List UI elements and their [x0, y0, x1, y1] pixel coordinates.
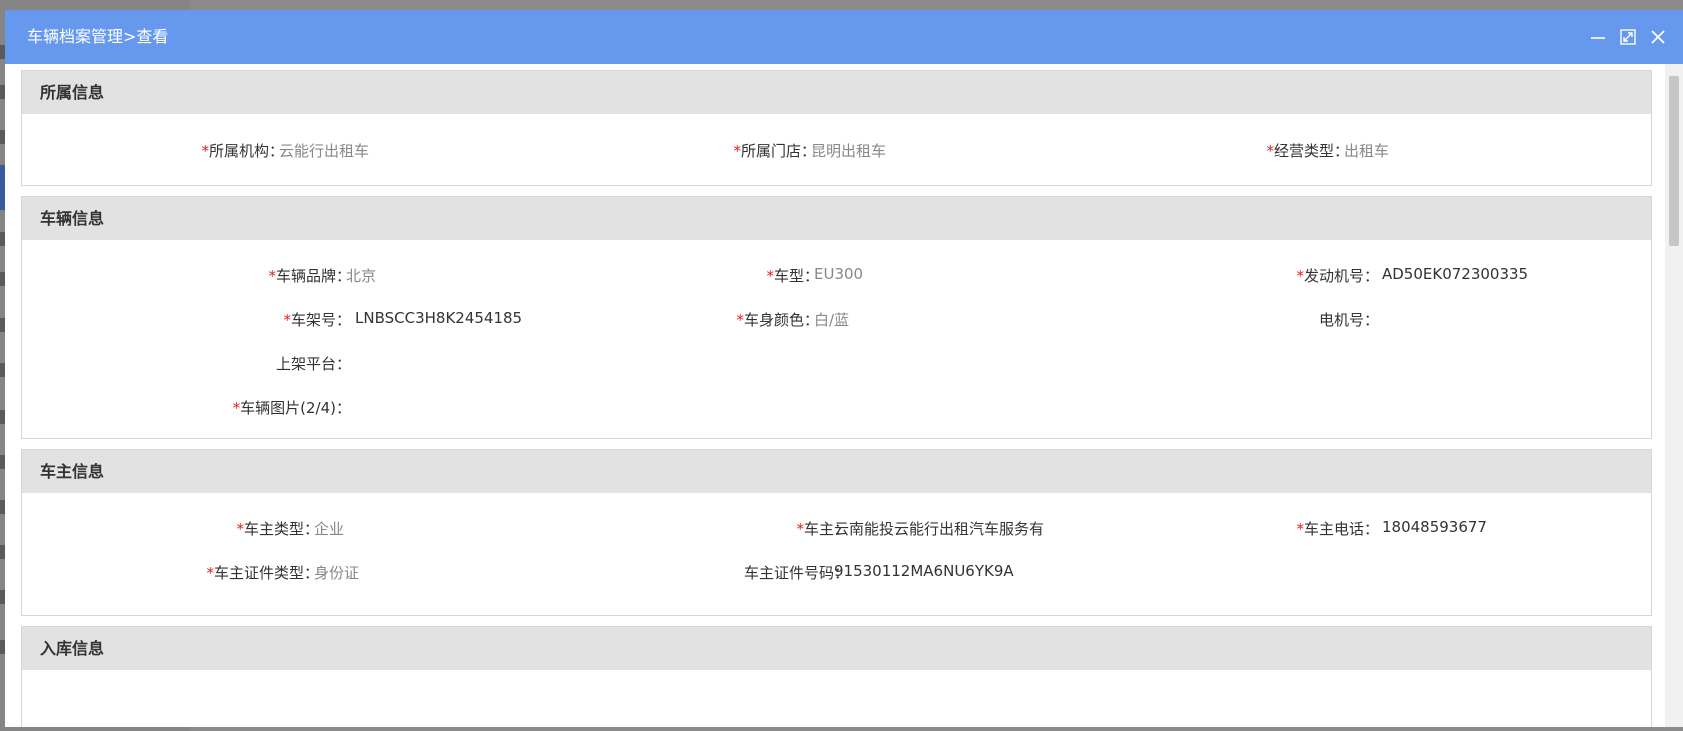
vehicle-row-4: *车辆图片(2/4)： [22, 397, 1651, 417]
owner-phone-label: *车主电话： [1296, 518, 1379, 539]
owner-type-label: *车主类型： [236, 518, 319, 539]
required-mark: * [283, 311, 291, 329]
id-type-label: *车主证件类型： [206, 562, 319, 583]
required-mark: * [1296, 520, 1304, 538]
required-mark: * [1266, 142, 1274, 160]
required-mark: * [1296, 267, 1304, 285]
photo-label-text: 车辆图片(2/4)： [240, 399, 351, 417]
dialog-titlebar: 车辆档案管理>查看 [5, 10, 1683, 64]
dialog-content: 所属信息 *所属机构： 云能行出租车 *所属门店： 昆明出租车 *经营类型： 出… [5, 64, 1665, 727]
vin-label: *车架号： [283, 309, 351, 330]
owner-type-value: 企业 [314, 520, 345, 538]
section-title: 所属信息 [22, 71, 1651, 114]
belong-row: *所属机构： 云能行出租车 *所属门店： 昆明出租车 *经营类型： 出租车 [22, 140, 1651, 160]
section-title: 车主信息 [22, 450, 1651, 493]
owner-phone-label-text: 车主电话： [1303, 520, 1379, 538]
color-label: *车身颜色： [736, 309, 819, 330]
model-label-text: 车型： [773, 267, 819, 285]
owner-row-1: *车主类型： 企业 *车主： 云南能投云能行出租汽车服务有 *车主电话： 180… [22, 518, 1651, 538]
vin-value: LNBSCC3H8K2454185 [355, 309, 523, 327]
biz-label-text: 经营类型： [1273, 142, 1349, 160]
motor-label: 电机号： [1318, 311, 1379, 329]
required-mark: * [733, 142, 741, 160]
color-label-text: 车身颜色： [743, 311, 819, 329]
close-icon[interactable] [1648, 27, 1668, 47]
id-number-value: 91530112MA6NU6YK9A [834, 562, 1014, 580]
vehicle-row-1: *车辆品牌： 北京 *车型： EU300 *发动机号： AD50EK072300… [22, 265, 1651, 285]
required-mark: * [766, 267, 774, 285]
required-mark: * [268, 267, 276, 285]
brand-label: *车辆品牌： [268, 265, 351, 286]
org-value: 云能行出租车 [279, 142, 370, 160]
required-mark: * [201, 142, 209, 160]
vehicle-row-3: 上架平台： [22, 353, 1651, 373]
model-value: EU300 [814, 265, 864, 283]
store-label-text: 所属门店： [740, 142, 816, 160]
maximize-icon[interactable] [1618, 27, 1638, 47]
model-label: *车型： [766, 265, 819, 286]
section-vehicle: 车辆信息 *车辆品牌： 北京 *车型： EU300 *发动机号： AD50EK0… [21, 196, 1652, 439]
owner-row-2: *车主证件类型： 身份证 车主证件号码： 91530112MA6NU6YK9A [22, 562, 1651, 582]
required-mark: * [796, 520, 804, 538]
section-storage: 入库信息 [21, 626, 1652, 727]
id-type-value: 身份证 [314, 564, 360, 582]
org-label-text: 所属机构： [208, 142, 284, 160]
required-mark: * [236, 520, 244, 538]
required-mark: * [736, 311, 744, 329]
required-mark: * [206, 564, 214, 582]
photo-label: *车辆图片(2/4)： [233, 397, 351, 418]
biz-label: *经营类型： [1266, 140, 1349, 161]
owner-phone-value: 18048593677 [1382, 518, 1487, 536]
engine-label-text: 发动机号： [1303, 267, 1379, 285]
dialog-title: 车辆档案管理>查看 [27, 27, 169, 46]
owner-type-label-text: 车主类型： [243, 520, 319, 538]
vehicle-row-2: *车架号： LNBSCC3H8K2454185 *车身颜色： 白/蓝 电机号： [22, 309, 1651, 329]
color-value: 白/蓝 [814, 311, 850, 329]
engine-label: *发动机号： [1296, 265, 1379, 286]
owner-value: 云南能投云能行出租汽车服务有 [834, 520, 1045, 538]
scrollbar-thumb[interactable] [1669, 76, 1679, 246]
store-label: *所属门店： [733, 140, 816, 161]
platform-label: 上架平台： [275, 355, 351, 373]
section-owner: 车主信息 *车主类型： 企业 *车主： 云南能投云能行出租汽车服务有 *车主电话… [21, 449, 1652, 616]
content-scrollbar[interactable] [1665, 64, 1683, 727]
engine-value: AD50EK072300335 [1382, 265, 1529, 283]
id-type-label-text: 车主证件类型： [213, 564, 319, 582]
minimize-icon[interactable] [1588, 27, 1608, 47]
section-belong: 所属信息 *所属机构： 云能行出租车 *所属门店： 昆明出租车 *经营类型： 出… [21, 70, 1652, 186]
store-value: 昆明出租车 [811, 142, 887, 160]
section-title: 入库信息 [22, 627, 1651, 670]
biz-value: 出租车 [1344, 142, 1390, 160]
section-title: 车辆信息 [22, 197, 1651, 240]
brand-label-text: 车辆品牌： [275, 267, 351, 285]
vin-label-text: 车架号： [290, 311, 351, 329]
brand-value: 北京 [346, 267, 377, 285]
org-label: *所属机构： [201, 140, 284, 161]
vehicle-archive-dialog: 车辆档案管理>查看 所属信息 *所属机构： 云能行出租车 *所属门店： 昆明出租… [5, 10, 1683, 727]
